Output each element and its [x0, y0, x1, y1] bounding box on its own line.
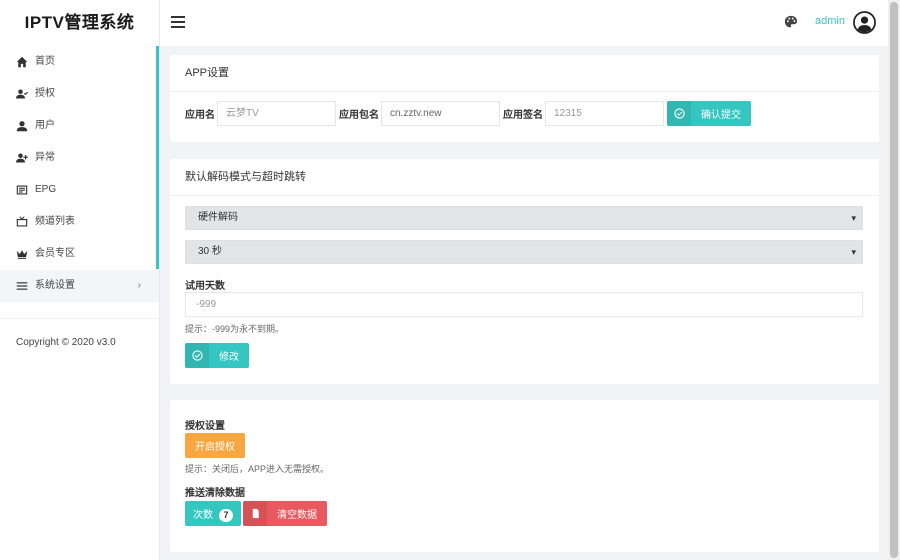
count-label: 次数 [193, 509, 213, 521]
sidebar-item-label: EPG [35, 184, 57, 195]
user-icon [15, 119, 29, 133]
sidebar-item-members[interactable]: 会员专区 [0, 238, 159, 270]
user-plus-icon [15, 151, 29, 165]
auth-hint-text: 提示：关闭后，APP进入无需授权。 [185, 464, 330, 474]
auth-settings-card: 授权设置 开启授权 提示：关闭后，APP进入无需授权。 推送清除数据 次数 7 清… [170, 400, 879, 552]
auth-settings-title: 授权设置 [185, 421, 225, 432]
select-value: 30 秒 [198, 246, 222, 257]
confirm-submit-button[interactable]: 确认提交 [667, 101, 751, 126]
app-settings-form: 应用名 云梦TV 应用包名 cn.zztv.new 应用签名 12315 确认提… [185, 101, 751, 126]
count-button[interactable]: 次数 7 [185, 501, 241, 526]
select-value: 硬件解码 [198, 212, 238, 223]
sidebar-item-channels[interactable]: 频道列表 [0, 206, 159, 238]
app-brand: IPTV管理系统 [24, 13, 135, 32]
sidebar-item-users[interactable]: 用户 [0, 110, 159, 142]
sidebar-item-auth[interactable]: 授权 [0, 78, 159, 110]
enable-auth-button[interactable]: 开启授权 [185, 433, 245, 458]
sidebar-item-epg[interactable]: EPG [0, 174, 159, 206]
username-label[interactable]: admin [815, 15, 845, 27]
hamburger-menu-icon[interactable] [171, 16, 185, 28]
trial-days-input[interactable]: -999 [185, 292, 863, 317]
page-scrollbar[interactable] [888, 0, 900, 560]
button-label: 开启授权 [195, 442, 235, 453]
trial-hint-text: 提示：-999为永不到期。 [185, 324, 285, 334]
sidebar-item-label: 授权 [35, 88, 55, 99]
clear-data-button[interactable]: 清空数据 [243, 501, 327, 526]
chevron-down-icon: ▾ [851, 247, 856, 257]
button-label: 修改 [219, 352, 239, 363]
card-title: APP设置 [170, 55, 879, 92]
decode-settings-card: 默认解码模式与超时跳转 硬件解码 ▾ 30 秒 ▾ 试用天数 -999 提示：-… [170, 159, 879, 384]
chevron-down-icon: ▾ [851, 213, 856, 223]
count-badge: 7 [219, 508, 233, 522]
sidebar-item-label: 系统设置 [35, 280, 75, 291]
sidebar-item-settings[interactable]: 系统设置 › [0, 270, 159, 302]
menu-icon [15, 279, 29, 293]
check-circle-icon [667, 101, 691, 126]
check-circle-icon [185, 343, 209, 368]
sidebar-item-label: 频道列表 [35, 216, 75, 227]
user-check-icon [15, 87, 29, 101]
decode-mode-select[interactable]: 硬件解码 ▾ [185, 206, 863, 230]
package-name-label: 应用包名 [339, 110, 379, 121]
scrollbar-thumb[interactable] [890, 2, 898, 558]
copyright-text: Copyright © 2020 v3.0 [16, 337, 116, 348]
file-icon [243, 501, 267, 526]
app-name-label: 应用名 [185, 110, 215, 121]
button-label: 清空数据 [277, 510, 317, 521]
sidebar-item-label: 首页 [35, 56, 55, 67]
top-bar: admin [160, 0, 888, 46]
app-name-input[interactable]: 云梦TV [217, 101, 336, 126]
epg-icon [15, 183, 29, 197]
home-icon [15, 55, 29, 69]
chevron-right-icon: › [137, 280, 141, 291]
timeout-select[interactable]: 30 秒 ▾ [185, 240, 863, 264]
sidebar-item-label: 用户 [35, 120, 55, 131]
button-label: 次数 7 [185, 506, 241, 522]
sidebar-active-indicator [156, 46, 159, 269]
sidebar-item-home[interactable]: 首页 [0, 46, 159, 78]
app-settings-card: APP设置 应用名 云梦TV 应用包名 cn.zztv.new 应用签名 123… [170, 55, 879, 142]
sidebar-item-label: 异常 [35, 152, 55, 163]
sidebar: IPTV管理系统 首页 授权 用户 异常 EPG 频道列表 会员专区 系统设置 … [0, 0, 160, 560]
trial-days-label: 试用天数 [185, 281, 225, 292]
sidebar-item-abnormal[interactable]: 异常 [0, 142, 159, 174]
crown-icon [15, 247, 29, 261]
tv-icon [15, 215, 29, 229]
sidebar-item-label: 会员专区 [35, 248, 75, 259]
package-name-input[interactable]: cn.zztv.new [381, 101, 500, 126]
avatar[interactable] [853, 11, 876, 34]
app-sign-label: 应用签名 [503, 110, 543, 121]
card-title: 默认解码模式与超时跳转 [170, 159, 879, 196]
app-sign-input[interactable]: 12315 [545, 101, 664, 126]
palette-icon[interactable] [784, 15, 798, 29]
button-label: 确认提交 [701, 110, 741, 121]
sidebar-nav: 首页 授权 用户 异常 EPG 频道列表 会员专区 系统设置 › [0, 46, 159, 302]
push-clear-title: 推送清除数据 [185, 488, 245, 499]
modify-button[interactable]: 修改 [185, 343, 249, 368]
